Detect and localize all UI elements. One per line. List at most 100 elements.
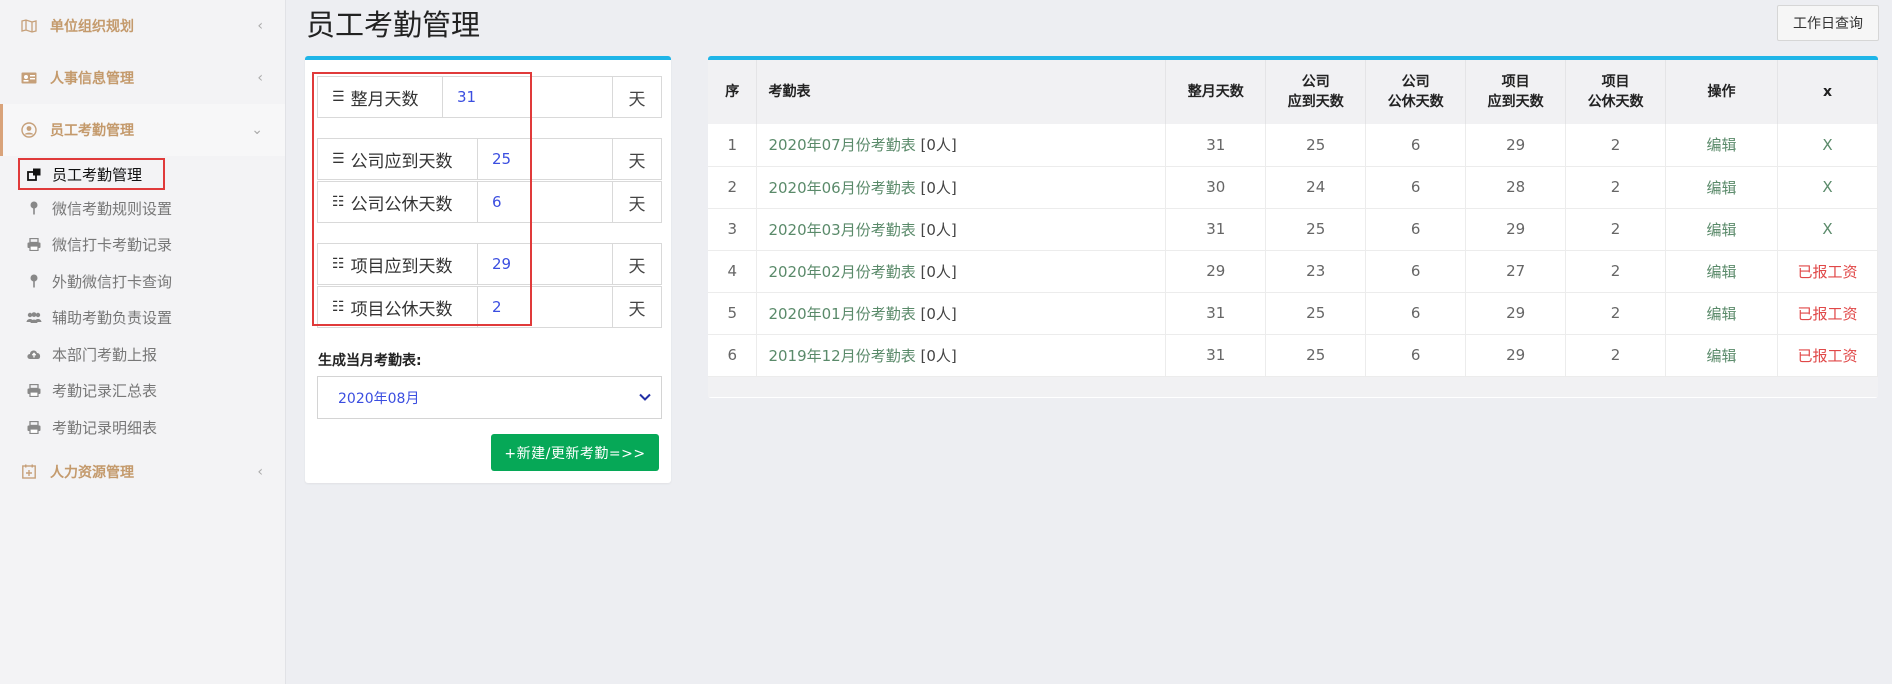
cell-seq: 2 (708, 166, 758, 209)
cell-company-off: 6 (1365, 334, 1467, 377)
form-row-label: ☷ 项目应到天数 (318, 244, 478, 284)
attendance-table: 序 考勤表 整月天数 公司 应到天数 公司 公休天数 项目 应到天数 项目 公休天数 操… (708, 60, 1879, 377)
sidebar-group-hr-resources[interactable]: 人力资源管理 ‹ (0, 446, 285, 498)
form-row-label-text: 公司应到天数 (350, 151, 453, 172)
person-count: [0人] (920, 136, 957, 155)
table-row: 6 2019年12月份考勤表 [0人] 31 25 6 29 2 编辑 已报工资 (708, 334, 1879, 377)
cell-company-due: 24 (1265, 166, 1367, 209)
cell-company-due: 25 (1265, 124, 1367, 167)
person-count: [0人] (920, 220, 957, 239)
edit-link[interactable]: 编辑 (1665, 166, 1778, 209)
user-circle-icon (20, 122, 38, 138)
printer-icon (26, 237, 42, 253)
sidebar-item-label: 外勤微信打卡查询 (52, 272, 173, 291)
sidebar-group-org-planning[interactable]: 单位组织规划 ‹ (0, 0, 285, 52)
form-row-label: ☷ 公司公休天数 (318, 182, 478, 222)
sidebar-item-wechat-rules[interactable]: 微信考勤规则设置 (0, 190, 285, 227)
sidebar-group-label: 人力资源管理 (50, 464, 134, 481)
table-row: 4 2020年02月份考勤表 [0人] 29 23 6 27 2 编辑 已报工资 (708, 250, 1879, 293)
col-header-name: 考勤表 (756, 60, 1167, 124)
ordered-list-icon: ☷ (332, 256, 345, 272)
col-header-seq: 序 (708, 60, 758, 124)
chevron-down-icon: ⌄ (251, 122, 263, 138)
cell-name: 2020年02月份考勤表 [0人] (756, 250, 1167, 293)
sidebar-item-assist-settings[interactable]: 辅助考勤负责设置 (0, 300, 285, 337)
attendance-params-panel: ☰ 整月天数 31 天 ☰ 公司应到天数 25 天 ☷ 公司公休天数 6 天 ☷… (305, 56, 671, 483)
sidebar-item-field-query[interactable]: 外勤微信打卡查询 (0, 263, 285, 300)
cell-company-due: 25 (1265, 334, 1367, 377)
cell-company-due: 23 (1265, 250, 1367, 293)
attendance-sheet-link[interactable]: 2020年06月份考勤表 (768, 179, 915, 197)
edit-link[interactable]: 编辑 (1665, 124, 1778, 167)
project-due-input[interactable]: 29 (478, 244, 613, 284)
attendance-sheet-link[interactable]: 2020年07月份考勤表 (768, 136, 915, 154)
attendance-sheet-link[interactable]: 2020年01月份考勤表 (768, 305, 915, 323)
paid-status: 已报工资 (1777, 334, 1879, 377)
form-row-label: ☰ 公司应到天数 (318, 139, 478, 179)
sidebar-item-detail-table[interactable]: 考勤记录明细表 (0, 409, 285, 446)
table-header-row: 序 考勤表 整月天数 公司 应到天数 公司 公休天数 项目 应到天数 项目 公休天数 操… (708, 60, 1879, 124)
unit-label: 天 (628, 256, 646, 277)
cell-company-off: 6 (1365, 124, 1467, 167)
delete-link[interactable]: X (1777, 124, 1879, 167)
edit-link[interactable]: 编辑 (1665, 334, 1778, 377)
cell-month-days: 31 (1165, 208, 1267, 251)
sidebar-item-wechat-records[interactable]: 微信打卡考勤记录 (0, 227, 285, 264)
cell-seq: 4 (708, 250, 758, 293)
sidebar-group-label: 员工考勤管理 (50, 123, 134, 139)
workday-query-button[interactable]: 工作日查询 (1777, 5, 1879, 41)
unit-label: 天 (628, 299, 646, 320)
cell-name: 2020年06月份考勤表 [0人] (756, 166, 1167, 209)
cell-company-off: 6 (1365, 208, 1467, 251)
sidebar-group-attendance[interactable]: 员工考勤管理 ⌄ (0, 104, 285, 156)
form-row-company-due: ☰ 公司应到天数 25 天 (317, 138, 662, 180)
cell-seq: 1 (708, 124, 758, 167)
cell-project-off: 2 (1565, 250, 1667, 293)
sidebar-item-label: 辅助考勤负责设置 (52, 309, 173, 328)
create-update-attendance-button[interactable]: +新建/更新考勤=>> (491, 434, 659, 471)
sidebar-item-label: 考勤记录明细表 (52, 418, 158, 437)
attendance-sheet-link[interactable]: 2019年12月份考勤表 (768, 347, 915, 365)
sidebar-group-label: 人事信息管理 (50, 71, 134, 87)
col-header-project-due: 项目 应到天数 (1465, 60, 1567, 124)
cell-month-days: 31 (1165, 292, 1267, 335)
cell-project-due: 27 (1465, 250, 1567, 293)
generate-label: 生成当月考勤表: (318, 353, 422, 369)
map-icon (20, 18, 38, 34)
company-due-input[interactable]: 25 (478, 139, 613, 179)
project-off-input[interactable]: 2 (478, 287, 613, 327)
unit-label: 天 (628, 194, 646, 215)
cell-month-days: 30 (1165, 166, 1267, 209)
ordered-list-icon: ☷ (332, 299, 345, 315)
ordered-list-icon: ☷ (332, 194, 345, 210)
sidebar-group-hr-info[interactable]: 人事信息管理 ‹ (0, 52, 285, 104)
edit-link[interactable]: 编辑 (1665, 208, 1778, 251)
cell-month-days: 31 (1165, 334, 1267, 377)
cell-project-due: 29 (1465, 334, 1567, 377)
sidebar-item-label: 考勤记录汇总表 (52, 382, 158, 401)
id-card-icon (20, 70, 38, 86)
attendance-sheet-link[interactable]: 2020年03月份考勤表 (768, 221, 915, 239)
users-icon (26, 310, 42, 326)
sidebar-item-dept-report[interactable]: 本部门考勤上报 (0, 336, 285, 373)
edit-link[interactable]: 编辑 (1665, 292, 1778, 335)
cell-month-days: 31 (1165, 124, 1267, 167)
attendance-sheet-link[interactable]: 2020年02月份考勤表 (768, 263, 915, 281)
cell-project-off: 2 (1565, 208, 1667, 251)
cell-project-off: 2 (1565, 124, 1667, 167)
company-off-input[interactable]: 6 (478, 182, 613, 222)
month-select[interactable]: 2020年08月 (317, 376, 662, 419)
sidebar-item-label: 员工考勤管理 (52, 165, 143, 184)
form-row-label-text: 整月天数 (350, 89, 419, 110)
sidebar-item-attendance-manage[interactable]: 员工考勤管理 (18, 158, 165, 190)
month-days-input[interactable]: 31 (443, 77, 613, 117)
form-row-label-text: 公司公休天数 (350, 194, 453, 215)
delete-link[interactable]: X (1777, 166, 1879, 209)
form-row-label: ☷ 项目公休天数 (318, 287, 478, 327)
calendar-plus-icon (20, 464, 38, 480)
person-count: [0人] (920, 178, 957, 197)
delete-link[interactable]: X (1777, 208, 1879, 251)
edit-link[interactable]: 编辑 (1665, 250, 1778, 293)
form-row-company-off: ☷ 公司公休天数 6 天 (317, 181, 662, 223)
sidebar-item-summary-table[interactable]: 考勤记录汇总表 (0, 373, 285, 410)
